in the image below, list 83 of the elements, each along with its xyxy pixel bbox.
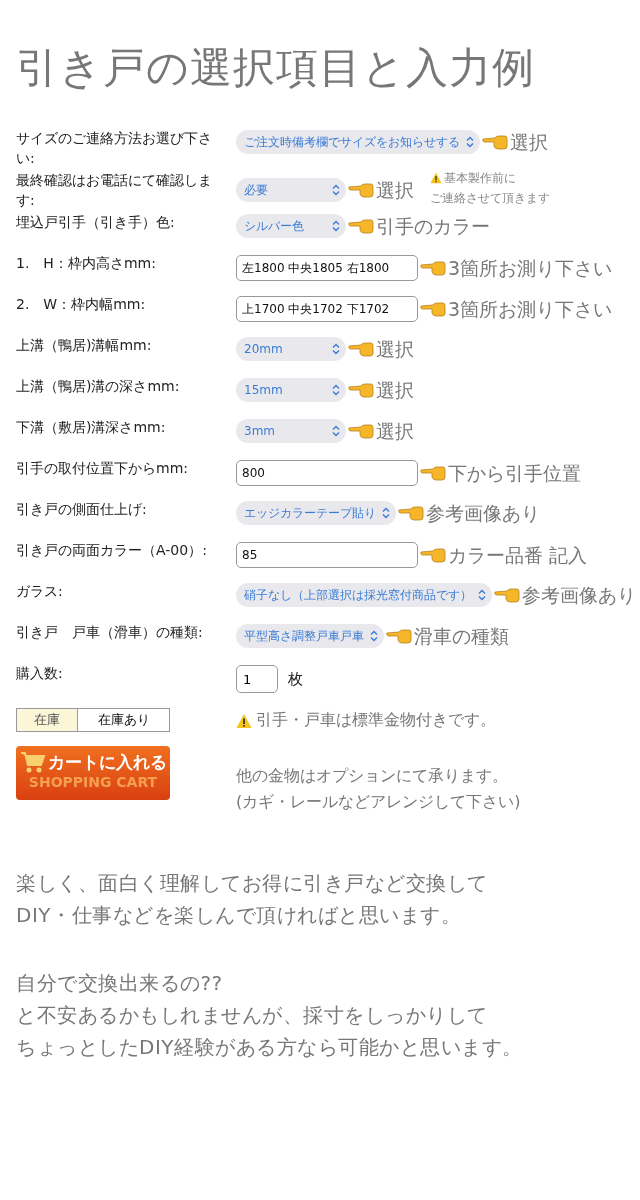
field-label: 引き戸の両面カラー（A-00）: xyxy=(16,541,208,560)
table-header-cell: 在庫 xyxy=(17,709,78,731)
field-label: サイズのご連絡方法お選び下さい: xyxy=(16,129,213,168)
field-label: 引き戸 戸車（滑車）の種類: xyxy=(16,623,204,642)
field-label: 引き戸の側面仕上げ: xyxy=(16,500,148,519)
hint-text: 参考画像あり xyxy=(426,503,540,523)
pointing-hand-icon xyxy=(398,504,424,522)
field-label: 購入数: xyxy=(16,664,64,683)
hint-text: 選択 xyxy=(510,132,548,152)
unit-text: 枚 xyxy=(288,669,303,689)
chevron-up-down-icon xyxy=(466,136,474,148)
hint-text: カラー品番 記入 xyxy=(448,545,588,565)
hint-text: 選択 xyxy=(376,339,414,359)
hint-text: 参考画像あり xyxy=(522,585,636,605)
options-note: 他の金物はオプションにて承ります。 xyxy=(236,765,509,787)
field-label: ガラス: xyxy=(16,582,64,601)
paragraph-line: 自分で交換出来るの?? xyxy=(16,970,224,997)
dropdown[interactable]: 必要 xyxy=(236,178,346,202)
field-label: 最終確認はお電話にて確認します: xyxy=(16,171,213,210)
cart-sublabel: SHOPPING CART xyxy=(28,774,158,790)
pointing-hand-icon xyxy=(420,259,446,277)
dropdown[interactable]: 硝子なし（上部選択は採光窓付商品です） xyxy=(236,583,492,607)
dropdown[interactable]: 20mm xyxy=(236,337,346,361)
field-label: 下溝（敷居)溝深さmm: xyxy=(16,418,167,437)
notice-text: 引手・戸車は標準金物付きです。 xyxy=(256,710,496,731)
chevron-up-down-icon xyxy=(332,184,340,196)
pointing-hand-icon xyxy=(348,181,374,199)
dropdown[interactable]: 平型高さ調整戸車戸車 xyxy=(236,624,384,648)
pointing-hand-icon xyxy=(420,464,446,482)
hint-text: 選択 xyxy=(376,180,414,200)
hint-text: 3箇所お測り下さい xyxy=(448,299,613,319)
chevron-up-down-icon xyxy=(370,630,378,642)
hint-text: 下から引手位置 xyxy=(448,463,581,483)
pointing-hand-icon xyxy=(420,300,446,318)
page-title: 引き戸の選択項目と入力例 xyxy=(16,42,536,94)
add-to-cart-button[interactable]: カートに入れる SHOPPING CART xyxy=(16,746,170,800)
note-text: 基本製作前に xyxy=(444,170,516,187)
chevron-up-down-icon xyxy=(332,425,340,437)
pointing-hand-icon xyxy=(494,586,520,604)
hint-text: 引手のカラー xyxy=(376,216,490,236)
paragraph-line: ちょっとしたDIY経験がある方なら可能かと思います。 xyxy=(16,1034,524,1061)
pointing-hand-icon xyxy=(348,217,374,235)
table-cell-text: 在庫あり xyxy=(96,711,151,729)
text-field[interactable]: 85 xyxy=(236,542,418,568)
warning-icon xyxy=(236,712,252,729)
chevron-up-down-icon xyxy=(478,589,486,601)
text-field[interactable]: 上1700 中央1702 下1702 xyxy=(236,296,418,322)
dropdown[interactable]: 3mm xyxy=(236,419,346,443)
chevron-up-down-icon xyxy=(332,384,340,396)
hint-text: 3箇所お測り下さい xyxy=(448,258,613,278)
options-note: (カギ・レールなどアレンジして下さい) xyxy=(236,791,522,813)
field-label: 1. H：枠内高さmm: xyxy=(16,254,157,273)
dropdown[interactable]: シルバー色 xyxy=(236,214,346,238)
dropdown[interactable]: ご注文時備考欄でサイズをお知らせする xyxy=(236,130,480,154)
hint-text: 選択 xyxy=(376,421,414,441)
pointing-hand-icon xyxy=(386,627,412,645)
pointing-hand-icon xyxy=(348,422,374,440)
pointing-hand-icon xyxy=(482,133,508,151)
chevron-up-down-icon xyxy=(382,507,390,519)
field-label: 上溝（鴨居)溝幅mm: xyxy=(16,336,153,355)
field-label: 上溝（鴨居)溝の深さmm: xyxy=(16,377,181,396)
pointing-hand-icon xyxy=(420,546,446,564)
quantity-field[interactable]: 1 xyxy=(236,665,278,693)
field-label: 2. W：枠内幅mm: xyxy=(16,295,147,314)
paragraph-line: DIY・仕事などを楽しんで頂ければと思います。 xyxy=(16,902,462,929)
hint-text: 滑車の種類 xyxy=(414,626,509,646)
cart-icon xyxy=(19,750,46,774)
dropdown[interactable]: 15mm xyxy=(236,378,346,402)
note-text: ご連絡させて頂きます xyxy=(430,190,550,207)
pointing-hand-icon xyxy=(348,340,374,358)
pointing-hand-icon xyxy=(348,381,374,399)
warning-icon xyxy=(430,172,442,184)
paragraph-line: 楽しく、面白く理解してお得に引き戸など交換して xyxy=(16,870,489,897)
field-label: 埋込戸引手（引き手）色: xyxy=(16,213,176,232)
text-field[interactable]: 800 xyxy=(236,460,418,486)
hint-text: 選択 xyxy=(376,380,414,400)
chevron-up-down-icon xyxy=(332,343,340,355)
cart-label: カートに入れる xyxy=(47,750,167,774)
paragraph-line: と不安あるかもしれませんが、採寸をしっかりして xyxy=(16,1002,489,1029)
chevron-up-down-icon xyxy=(332,220,340,232)
text-field[interactable]: 左1800 中央1805 右1800 xyxy=(236,255,418,281)
field-label: 引手の取付位置下からmm: xyxy=(16,459,189,478)
dropdown[interactable]: エッジカラーテープ貼り xyxy=(236,501,396,525)
